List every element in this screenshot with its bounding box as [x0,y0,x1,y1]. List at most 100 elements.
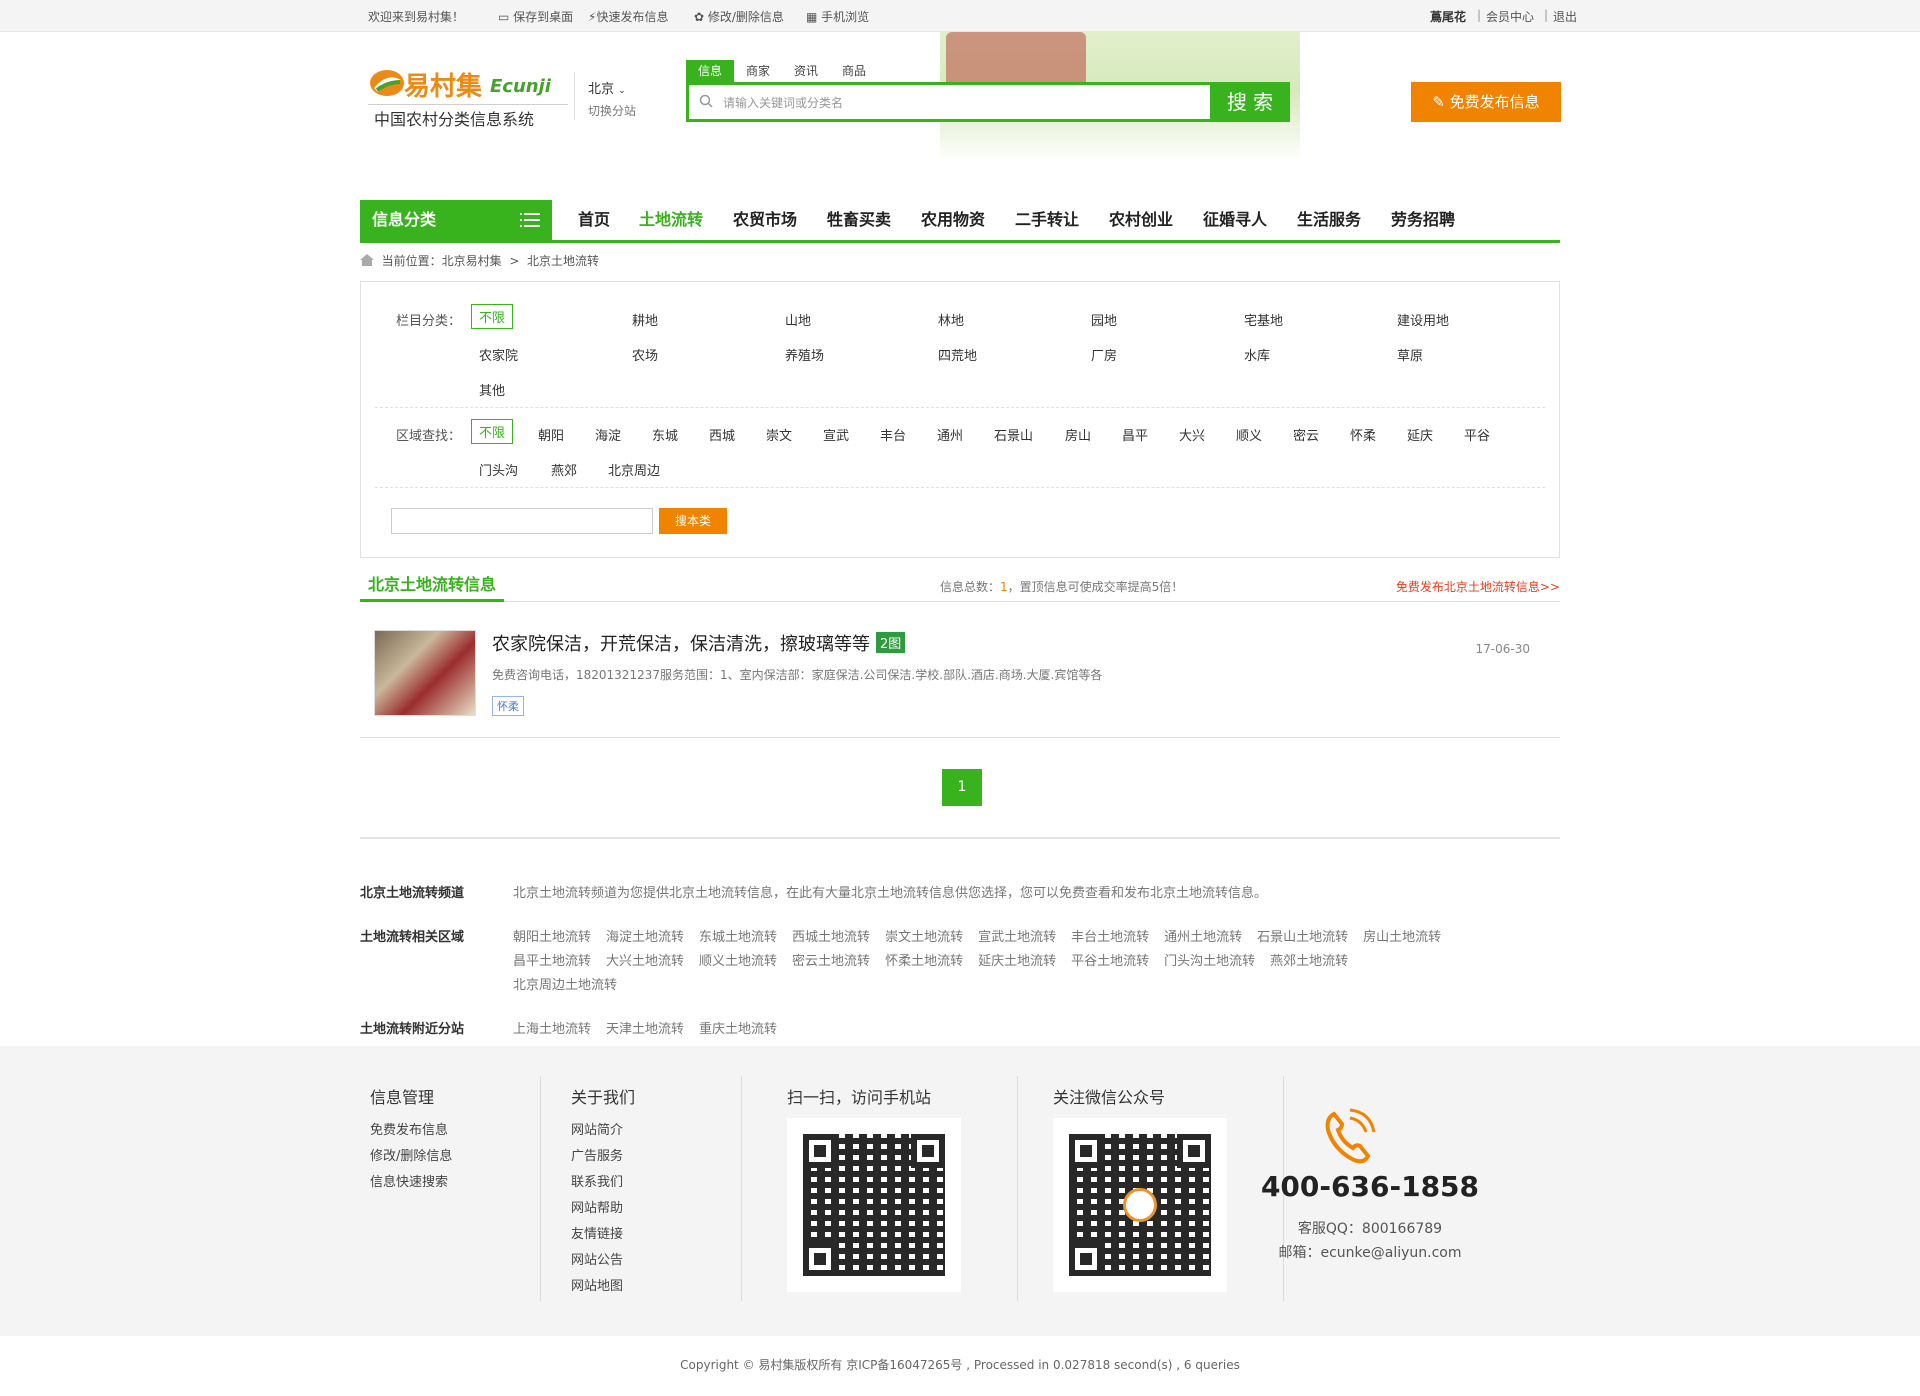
search-tab-info[interactable]: 信息 [686,60,735,82]
nav-item-dating[interactable]: 征婚寻人 [1203,200,1267,240]
footer-link[interactable]: 网站帮助 [571,1196,635,1222]
nav-item-home[interactable]: 首页 [578,200,610,240]
area-item[interactable]: 东城 [652,425,678,444]
seo-area-link[interactable]: 海淀土地流转 [606,930,684,945]
category-item[interactable]: 养殖场 [785,345,824,364]
seo-area-link[interactable]: 崇文土地流转 [885,930,963,945]
edit-info-link[interactable]: ✿ 修改/删除信息 [694,8,784,25]
category-unlimited[interactable]: 不限 [471,304,514,329]
seo-area-link[interactable]: 东城土地流转 [699,930,777,945]
category-item[interactable]: 其他 [479,380,505,399]
area-item[interactable]: 北京周边 [608,460,660,479]
quick-post-link[interactable]: ⚡快速发布信息 [588,8,668,25]
area-item[interactable]: 燕郊 [551,460,577,479]
logo-text[interactable]: 易村集 [404,66,482,103]
breadcrumb-current[interactable]: 北京土地流转 [527,254,599,268]
item-thumbnail[interactable] [374,630,476,716]
seo-area-link[interactable]: 丰台土地流转 [1071,930,1149,945]
item-title-link[interactable]: 农家院保洁，开荒保洁，保洁清洗，擦玻璃等等 2图 [492,630,906,656]
breadcrumb-home[interactable]: 北京易村集 [442,254,502,268]
area-item[interactable]: 崇文 [766,425,792,444]
nav-item-livestock[interactable]: 牲畜买卖 [827,200,891,240]
seo-area-link[interactable]: 昌平土地流转 [513,954,591,969]
search-tab-goods[interactable]: 商品 [830,60,878,82]
footer-link[interactable]: 网站简介 [571,1118,635,1144]
logout-link[interactable]: 退出 [1553,8,1577,25]
seo-area-link[interactable]: 西城土地流转 [792,930,870,945]
area-item[interactable]: 顺义 [1236,425,1262,444]
area-item[interactable]: 海淀 [595,425,621,444]
area-item[interactable]: 昌平 [1122,425,1148,444]
category-item[interactable]: 农场 [632,345,658,364]
search-tab-news[interactable]: 资讯 [782,60,830,82]
category-item[interactable]: 建设用地 [1397,310,1449,329]
category-item[interactable]: 四荒地 [938,345,977,364]
seo-area-link[interactable]: 宣武土地流转 [978,930,1056,945]
seo-area-link[interactable]: 密云土地流转 [792,954,870,969]
search-category-button[interactable]: 搜本类 [659,508,727,534]
seo-area-link[interactable]: 怀柔土地流转 [885,954,963,969]
seo-area-link[interactable]: 门头沟土地流转 [1164,954,1255,969]
search-tab-shop[interactable]: 商家 [734,60,782,82]
area-item[interactable]: 延庆 [1407,425,1433,444]
footer-link[interactable]: 网站地图 [571,1274,635,1300]
seo-nearby-link[interactable]: 重庆土地流转 [699,1022,777,1037]
area-item[interactable]: 朝阳 [538,425,564,444]
area-item[interactable]: 宣武 [823,425,849,444]
category-item[interactable]: 山地 [785,310,811,329]
nav-item-market[interactable]: 农贸市场 [733,200,797,240]
free-post-link[interactable]: 免费发布北京土地流转信息>> [1396,578,1560,595]
seo-area-link[interactable]: 燕郊土地流转 [1270,954,1348,969]
category-menu-button[interactable]: 信息分类 [360,200,552,240]
seo-area-link[interactable]: 平谷土地流转 [1071,954,1149,969]
search-input[interactable]: 请输入关键词或分类名 [723,94,843,111]
member-center-link[interactable]: 会员中心 [1486,8,1534,25]
footer-link[interactable]: 免费发布信息 [370,1118,452,1144]
footer-link[interactable]: 网站公告 [571,1248,635,1274]
mobile-link[interactable]: ▦ 手机浏览 [806,8,869,25]
area-item[interactable]: 丰台 [880,425,906,444]
seo-area-link[interactable]: 通州土地流转 [1164,930,1242,945]
nav-item-life[interactable]: 生活服务 [1297,200,1361,240]
nav-item-land[interactable]: 土地流转 [639,200,703,240]
seo-area-link[interactable]: 石景山土地流转 [1257,930,1348,945]
area-item[interactable]: 房山 [1065,425,1091,444]
category-item[interactable]: 宅基地 [1244,310,1283,329]
seo-area-link[interactable]: 延庆土地流转 [978,954,1056,969]
seo-nearby-link[interactable]: 上海土地流转 [513,1022,591,1037]
area-item[interactable]: 平谷 [1464,425,1490,444]
area-unlimited[interactable]: 不限 [471,419,514,444]
page-button-current[interactable]: 1 [942,769,982,806]
footer-link[interactable]: 信息快速搜索 [370,1170,452,1196]
nav-item-supplies[interactable]: 农用物资 [921,200,985,240]
seo-nearby-link[interactable]: 天津土地流转 [606,1022,684,1037]
footer-link[interactable]: 广告服务 [571,1144,635,1170]
area-item[interactable]: 西城 [709,425,735,444]
nav-item-secondhand[interactable]: 二手转让 [1015,200,1079,240]
area-item[interactable]: 怀柔 [1350,425,1376,444]
area-item[interactable]: 石景山 [994,425,1033,444]
footer-link[interactable]: 联系我们 [571,1170,635,1196]
save-desktop-link[interactable]: ▭ 保存到桌面 [498,8,573,25]
search-button[interactable]: 搜 索 [1210,82,1290,122]
footer-link[interactable]: 友情链接 [571,1222,635,1248]
publish-button[interactable]: ✎ 免费发布信息 [1411,82,1561,122]
footer-link[interactable]: 修改/删除信息 [370,1144,452,1170]
area-item[interactable]: 门头沟 [479,460,518,479]
item-area-tag[interactable]: 怀柔 [492,696,524,716]
category-item[interactable]: 水库 [1244,345,1270,364]
username-link[interactable]: 蔦尾花 [1430,8,1466,25]
seo-area-link[interactable]: 北京周边土地流转 [513,978,617,993]
seo-area-link[interactable]: 顺义土地流转 [699,954,777,969]
area-item[interactable]: 密云 [1293,425,1319,444]
seo-area-link[interactable]: 朝阳土地流转 [513,930,591,945]
category-item[interactable]: 厂房 [1091,345,1117,364]
seo-area-link[interactable]: 大兴土地流转 [606,954,684,969]
seo-area-link[interactable]: 房山土地流转 [1363,930,1441,945]
switch-city-link[interactable]: 切换分站 [588,102,636,119]
category-item[interactable]: 农家院 [479,345,518,364]
city-selector[interactable]: 北京 ⌄ [588,78,626,97]
category-item[interactable]: 草原 [1397,345,1423,364]
category-item[interactable]: 耕地 [632,310,658,329]
nav-item-jobs[interactable]: 劳务招聘 [1391,200,1455,240]
